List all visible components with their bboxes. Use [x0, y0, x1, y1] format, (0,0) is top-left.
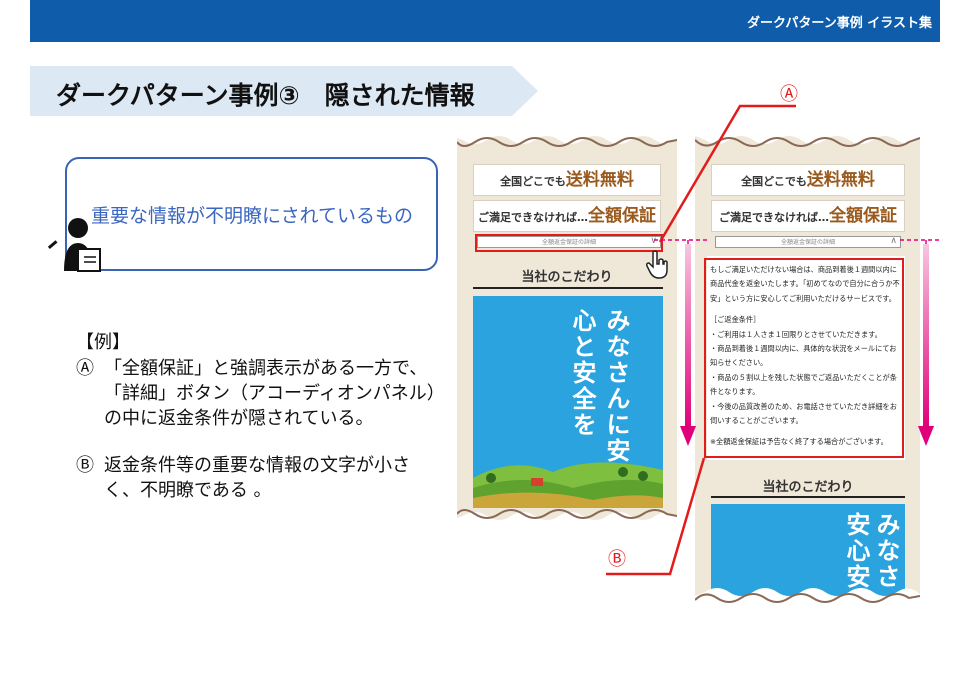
item-text: 「全額保証」と強調表示がある一方で、「詳細」ボタン（アコーディオンパネル）の中に…: [104, 358, 436, 429]
example-item-b: Ⓑ 返金条件等の重要な情報の文字が小さく、不明瞭である 。: [76, 453, 436, 503]
item-text: 返金条件等の重要な情報の文字が小さく、不明瞭である 。: [104, 455, 410, 501]
pointer-hand-icon: [646, 250, 668, 279]
wavy-edge-bottom: [695, 588, 920, 610]
marker-b: Ⓑ: [608, 549, 626, 570]
example-heading: 【例】: [76, 332, 130, 353]
section-divider: [473, 287, 663, 289]
slide-title: ダークパターン事例③ 隠された情報: [56, 81, 475, 110]
item-marker: Ⓐ: [76, 358, 94, 379]
top-header-bar: ダークパターン事例 イラスト集: [30, 0, 940, 42]
guarantee-small-text: ご満足できなければ…: [478, 211, 588, 224]
header-title: ダークパターン事例 イラスト集: [747, 16, 932, 31]
example-section: 【例】 Ⓐ 「全額保証」と強調表示がある一方で、「詳細」ボタン（アコーディオンパ…: [76, 330, 436, 503]
shipping-small-text: 全国どこでも: [500, 175, 566, 188]
example-item-a: Ⓐ 「全額保証」と強調表示がある一方で、「詳細」ボタン（アコーディオンパネル）の…: [76, 356, 436, 431]
section-title: 当社のこだわり: [762, 480, 854, 495]
item-marker: Ⓑ: [76, 455, 94, 476]
slide-title-banner: ダークパターン事例③ 隠された情報: [30, 66, 540, 116]
callout-text: 重要な情報が不明瞭にされているもの: [91, 205, 414, 227]
definition-callout: 重要な情報が不明瞭にされているもの: [65, 157, 438, 271]
person-with-laptop-icon: [48, 218, 101, 272]
expand-indicator: [654, 239, 940, 446]
shipping-big-text: 送料無料: [806, 170, 875, 190]
guarantee-big-text: 全額保証: [829, 206, 897, 226]
section-divider: [711, 496, 905, 498]
marker-a: Ⓐ: [780, 84, 798, 105]
